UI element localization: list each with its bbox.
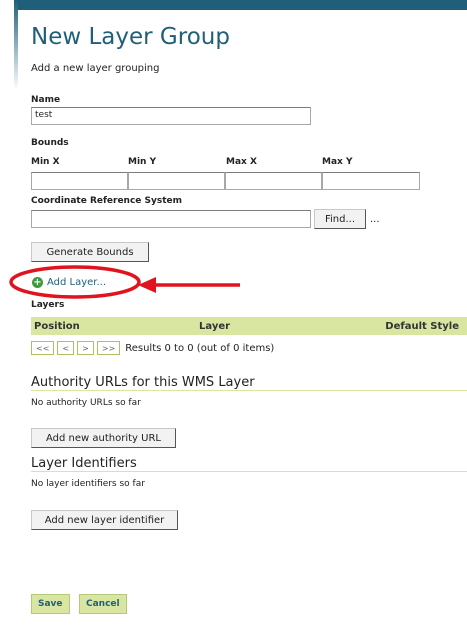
identifiers-divider (31, 471, 467, 472)
add-layer-identifier-button[interactable]: Add new layer identifier (31, 510, 178, 530)
crs-field[interactable] (31, 210, 311, 228)
first-page-button[interactable]: << (31, 341, 55, 355)
cancel-button[interactable]: Cancel (79, 594, 127, 614)
page-title: New Layer Group (31, 24, 230, 50)
add-layer-label: Add Layer... (47, 277, 107, 288)
column-default-style: Default Style (385, 320, 459, 332)
generate-bounds-button[interactable]: Generate Bounds (31, 242, 149, 262)
panel-edge (14, 0, 18, 90)
find-ellipsis: ... (370, 214, 380, 225)
minx-label: Min X (31, 157, 60, 167)
add-layer-link[interactable]: + Add Layer... (32, 277, 106, 288)
minx-field[interactable] (31, 172, 128, 190)
authority-divider (31, 390, 467, 391)
page-subtitle: Add a new layer grouping (31, 63, 160, 74)
maxy-label: Max Y (322, 157, 353, 167)
add-authority-url-button[interactable]: Add new authority URL (31, 428, 176, 448)
identifiers-heading: Layer Identifiers (31, 456, 137, 471)
authority-heading: Authority URLs for this WMS Layer (31, 375, 255, 390)
top-bar (14, 0, 467, 10)
layers-pager: << < > >> Results 0 to 0 (out of 0 items… (31, 341, 274, 355)
results-text: Results 0 to 0 (out of 0 items) (125, 342, 275, 354)
next-page-button[interactable]: > (77, 341, 94, 355)
maxx-field[interactable] (225, 172, 322, 190)
identifiers-empty-text: No layer identifiers so far (31, 479, 145, 489)
maxy-field[interactable] (322, 172, 420, 190)
name-field[interactable]: test (31, 107, 311, 125)
miny-label: Min Y (128, 157, 157, 167)
prev-page-button[interactable]: < (57, 341, 75, 355)
authority-empty-text: No authority URLs so far (31, 398, 141, 408)
name-label: Name (31, 95, 61, 105)
find-button[interactable]: Find... (314, 209, 366, 229)
maxx-label: Max X (226, 157, 257, 167)
column-position: Position (34, 320, 80, 332)
annotation-overlay (9, 265, 240, 299)
layers-label: Layers (31, 300, 65, 310)
last-page-button[interactable]: >> (96, 341, 121, 355)
miny-field[interactable] (128, 172, 225, 190)
column-layer: Layer (199, 320, 231, 332)
layers-table-header: Position Layer Default Style (31, 317, 467, 335)
add-icon: + (32, 277, 43, 288)
save-button[interactable]: Save (31, 594, 70, 614)
bounds-label: Bounds (31, 138, 69, 148)
crs-label: Coordinate Reference System (31, 196, 183, 206)
arrow-head (138, 277, 156, 293)
